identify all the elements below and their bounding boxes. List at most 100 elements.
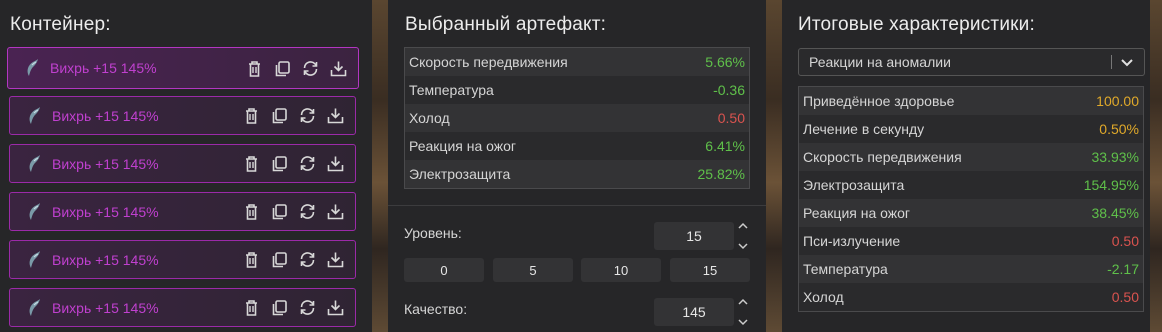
select-value: Реакции на аномалии (809, 54, 951, 70)
stat-value: -0.36 (713, 82, 745, 98)
refresh-icon[interactable] (301, 59, 320, 78)
stat-name: Температура (409, 82, 494, 98)
item-actions (242, 106, 345, 125)
item-actions (242, 202, 345, 221)
chevron-down-icon[interactable] (1120, 58, 1134, 67)
stat-row: Температура -2.17 (799, 255, 1143, 283)
refresh-icon[interactable] (298, 298, 317, 317)
stat-row: Холод 0.50 (405, 104, 749, 132)
level-preset-button[interactable]: 15 (670, 258, 750, 282)
copy-icon[interactable] (270, 202, 289, 221)
totals-title: Итоговые характеристики: (798, 14, 1035, 35)
container-item[interactable]: Вихрь +15 145% (9, 96, 356, 135)
trash-icon[interactable] (245, 59, 264, 78)
copy-icon[interactable] (270, 250, 289, 269)
container-item-label: Вихрь +15 145% (52, 203, 159, 220)
selected-artifact-title: Выбранный артефакт: (405, 14, 607, 35)
level-preset-button[interactable]: 0 (404, 258, 484, 282)
item-actions (245, 59, 348, 78)
stat-name: Температура (803, 261, 888, 277)
download-icon[interactable] (326, 298, 345, 317)
stat-value: -2.17 (1107, 261, 1139, 277)
trash-icon[interactable] (242, 250, 261, 269)
stat-row: Скорость передвижения 33.93% (799, 143, 1143, 171)
stat-name: Лечение в секунду (803, 121, 925, 137)
download-icon[interactable] (326, 250, 345, 269)
refresh-icon[interactable] (298, 154, 317, 173)
stat-value: 6.41% (705, 138, 745, 154)
container-item[interactable]: Вихрь +15 145% (9, 192, 356, 231)
trash-icon[interactable] (242, 298, 261, 317)
chevron-up-icon[interactable] (738, 222, 748, 230)
stat-value: 154.95% (1083, 177, 1139, 193)
artifact-icon (29, 250, 40, 268)
stat-name: Пси-излучение (803, 233, 901, 249)
chevron-down-icon[interactable] (738, 242, 748, 250)
artifact-icon (29, 106, 40, 124)
stat-name: Скорость передвижения (803, 149, 962, 165)
container-title: Контейнер: (10, 14, 111, 35)
stat-value: 38.45% (1091, 205, 1139, 221)
selected-artifact-panel: Выбранный артефакт: Скорость передвижени… (388, 0, 766, 332)
level-preset-button[interactable]: 5 (493, 258, 573, 282)
download-icon[interactable] (326, 202, 345, 221)
stat-value: 0.50 (1111, 233, 1139, 249)
stat-name: Холод (803, 289, 844, 305)
container-item[interactable]: Вихрь +15 145% (9, 144, 356, 183)
stat-name: Скорость передвижения (409, 54, 568, 70)
level-label: Уровень: (404, 225, 462, 241)
quality-stepper[interactable] (736, 298, 750, 326)
quality-input[interactable]: 145 (654, 298, 734, 326)
trash-icon[interactable] (242, 106, 261, 125)
copy-icon[interactable] (273, 59, 292, 78)
stat-value: 5.66% (705, 54, 745, 70)
artifact-icon (29, 202, 40, 220)
stat-value: 25.82% (697, 166, 745, 182)
stat-row: Холод 0.50 (799, 283, 1143, 311)
selected-stats-table: Скорость передвижения 5.66% Температура -0.… (404, 47, 750, 189)
download-icon[interactable] (326, 106, 345, 125)
level-input[interactable]: 15 (654, 222, 734, 250)
stat-name: Электрозащита (409, 166, 511, 182)
level-preset-button[interactable]: 10 (581, 258, 661, 282)
background-strip (1150, 0, 1162, 332)
item-actions (242, 298, 345, 317)
totals-stats-table: Приведённое здоровье 100.00 Лечение в секу… (798, 86, 1144, 312)
select-separator (1111, 55, 1112, 69)
stat-name: Приведённое здоровье (803, 93, 955, 109)
refresh-icon[interactable] (298, 106, 317, 125)
stat-name: Реакция на ожог (409, 138, 517, 154)
stat-value: 33.93% (1091, 149, 1139, 165)
chevron-up-icon[interactable] (738, 298, 748, 306)
stat-row: Температура -0.36 (405, 76, 749, 104)
stat-name: Реакция на ожог (803, 205, 911, 221)
stat-value: 0.50 (717, 110, 745, 126)
stat-row: Скорость передвижения 5.66% (405, 48, 749, 76)
container-item-label: Вихрь +15 145% (52, 155, 159, 172)
item-actions (242, 250, 345, 269)
artifact-icon (29, 298, 40, 316)
copy-icon[interactable] (270, 154, 289, 173)
container-item-label: Вихрь +15 145% (50, 60, 157, 76)
refresh-icon[interactable] (298, 250, 317, 269)
stat-name: Холод (409, 110, 450, 126)
stat-row: Электрозащита 154.95% (799, 171, 1143, 199)
container-item[interactable]: Вихрь +15 145% (7, 47, 359, 89)
trash-icon[interactable] (242, 154, 261, 173)
stat-row: Приведённое здоровье 100.00 (799, 87, 1143, 115)
container-panel: Контейнер: Вихрь +15 145% Вихрь +15 145% В… (0, 0, 372, 332)
copy-icon[interactable] (270, 106, 289, 125)
background-strip (372, 0, 388, 332)
container-item-label: Вихрь +15 145% (52, 107, 159, 124)
download-icon[interactable] (326, 154, 345, 173)
stat-category-select[interactable]: Реакции на аномалии (798, 48, 1145, 76)
copy-icon[interactable] (270, 298, 289, 317)
download-icon[interactable] (329, 59, 348, 78)
chevron-down-icon[interactable] (738, 318, 748, 326)
quality-label: Качество: (404, 301, 468, 317)
container-item[interactable]: Вихрь +15 145% (9, 240, 356, 279)
container-item[interactable]: Вихрь +15 145% (9, 288, 356, 327)
trash-icon[interactable] (242, 202, 261, 221)
refresh-icon[interactable] (298, 202, 317, 221)
level-stepper[interactable] (736, 222, 750, 250)
